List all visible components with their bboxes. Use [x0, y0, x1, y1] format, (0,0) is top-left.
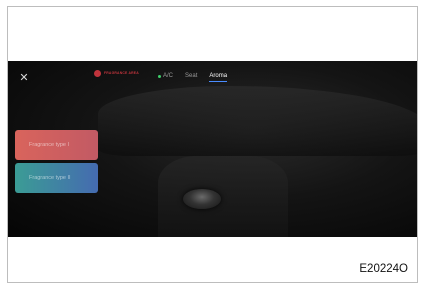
figure-caption: E20224O: [359, 263, 408, 275]
gear-knob-image: [183, 189, 221, 209]
tab-ac[interactable]: A/C: [158, 73, 173, 82]
fragrance-type-2-label: Fragrance type II: [29, 175, 71, 181]
close-icon[interactable]: ✕: [18, 72, 30, 84]
tab-ac-label: A/C: [163, 73, 174, 79]
tab-aroma-label: Aroma: [209, 73, 228, 79]
tab-seat-label: Seat: [185, 73, 198, 79]
logo-mark-icon: [94, 70, 101, 77]
brand-logo: FRAGRANCE AREA: [94, 70, 139, 77]
fragrance-type-1-button[interactable]: Fragrance type I: [15, 130, 98, 160]
fragrance-type-2-button[interactable]: Fragrance type II: [15, 163, 98, 193]
fragrance-type-1-label: Fragrance type I: [29, 142, 70, 148]
center-console-background: [158, 156, 288, 237]
infotainment-screen: ✕ FRAGRANCE AREA A/C Seat Aroma Fragranc…: [8, 61, 417, 237]
tab-seat[interactable]: Seat: [185, 73, 197, 82]
dashboard-background: [98, 86, 417, 156]
tab-aroma[interactable]: Aroma: [209, 73, 227, 82]
ac-status-dot-icon: [158, 74, 161, 78]
logo-text: FRAGRANCE AREA: [104, 70, 139, 75]
climate-tabs: A/C Seat Aroma: [158, 73, 227, 82]
